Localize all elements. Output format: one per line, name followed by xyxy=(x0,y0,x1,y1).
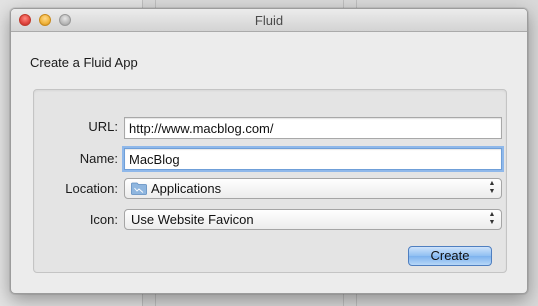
title-bar[interactable]: Fluid xyxy=(11,9,527,32)
location-label: Location: xyxy=(65,181,118,196)
folder-icon xyxy=(131,182,147,195)
dialog-heading: Create a Fluid App xyxy=(30,55,138,70)
url-label: URL: xyxy=(88,119,118,134)
window-title: Fluid xyxy=(254,13,284,28)
popup-arrows-icon: ▲ ▼ xyxy=(488,180,496,195)
location-popup[interactable]: Applications ▲ ▼ xyxy=(124,178,502,199)
icon-label: Icon: xyxy=(89,212,118,227)
icon-value: Use Website Favicon xyxy=(131,212,254,227)
fluid-window: Fluid Create a Fluid App URL: http://www… xyxy=(10,8,528,294)
url-field[interactable]: http://www.macblog.com/ xyxy=(124,117,502,139)
icon-popup[interactable]: Use Website Favicon ▲ ▼ xyxy=(124,209,502,230)
create-button[interactable]: Create xyxy=(408,246,492,266)
form-panel: URL: http://www.macblog.com/ Name: MacBl… xyxy=(33,89,507,273)
popup-arrows-icon: ▲ ▼ xyxy=(488,211,496,226)
name-label: Name: xyxy=(79,151,118,166)
name-field[interactable]: MacBlog xyxy=(124,148,502,170)
location-value: Applications xyxy=(151,181,222,196)
